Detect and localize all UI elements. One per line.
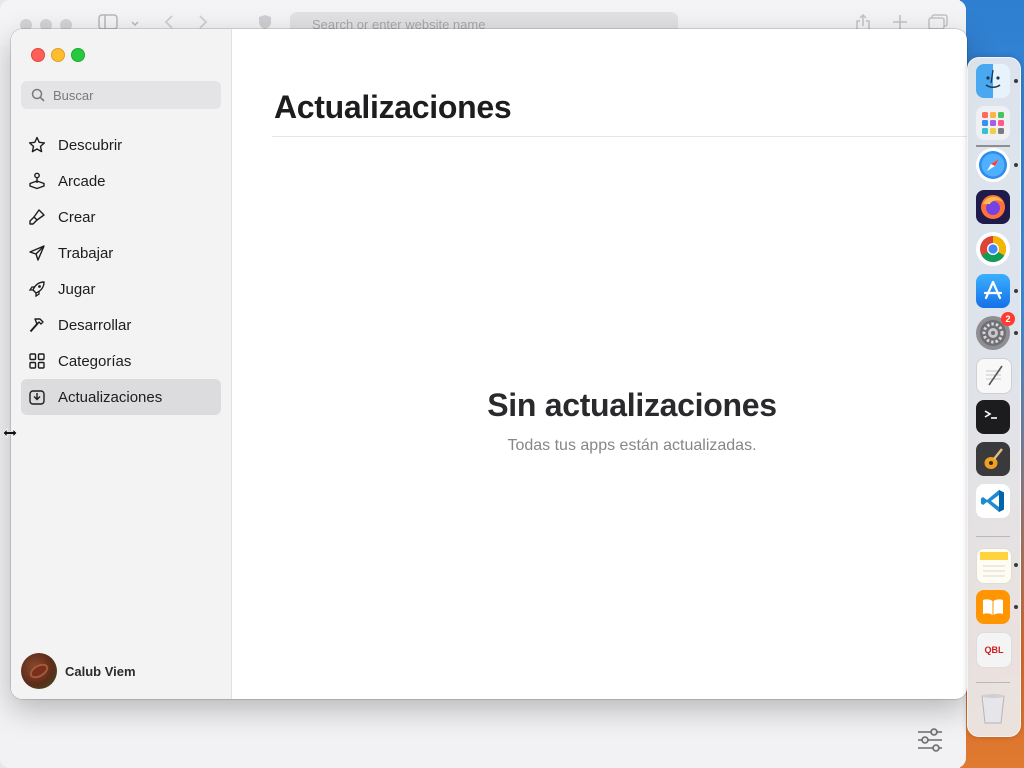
main-content: Actualizaciones Sin actualizaciones Toda… bbox=[232, 29, 967, 699]
sidebar-item-jugar[interactable]: Jugar bbox=[21, 271, 221, 307]
finder-icon[interactable] bbox=[976, 64, 1010, 98]
star-icon bbox=[26, 134, 48, 156]
app-store-icon[interactable] bbox=[976, 274, 1010, 308]
dock-divider bbox=[976, 682, 1010, 683]
sidebar-nav: Descubrir Arcade Crear Trabajar Jugar De… bbox=[21, 127, 221, 415]
download-box-icon bbox=[26, 386, 48, 408]
textedit-icon[interactable] bbox=[976, 358, 1012, 394]
joystick-icon bbox=[26, 170, 48, 192]
search-icon bbox=[31, 88, 45, 107]
sidebar-item-label: Jugar bbox=[58, 280, 96, 298]
paper-plane-icon bbox=[26, 242, 48, 264]
sidebar-item-label: Arcade bbox=[58, 172, 106, 190]
dock-divider bbox=[976, 536, 1010, 537]
notification-badge: 2 bbox=[1001, 312, 1015, 326]
vscode-icon[interactable] bbox=[976, 484, 1010, 518]
rocket-icon bbox=[26, 278, 48, 300]
page-title: Actualizaciones bbox=[274, 89, 512, 125]
firefox-icon[interactable] bbox=[976, 190, 1010, 224]
running-indicator bbox=[1014, 163, 1018, 167]
sidebar-item-categorias[interactable]: Categorías bbox=[21, 343, 221, 379]
launchpad-icon[interactable] bbox=[976, 106, 1010, 140]
books-icon[interactable] bbox=[976, 590, 1010, 624]
sidebar-item-label: Desarrollar bbox=[58, 316, 132, 334]
user-account[interactable]: Calub Viem bbox=[21, 653, 136, 689]
sql-app-label: QBL bbox=[984, 645, 1004, 655]
sidebar: Descubrir Arcade Crear Trabajar bbox=[11, 29, 232, 699]
safari-icon[interactable] bbox=[976, 148, 1010, 182]
minimize-button[interactable] bbox=[51, 48, 65, 62]
search-field[interactable] bbox=[21, 81, 221, 109]
sidebar-item-desarrollar[interactable]: Desarrollar bbox=[21, 307, 221, 343]
avatar[interactable] bbox=[21, 653, 57, 689]
search-input[interactable] bbox=[53, 81, 213, 109]
running-indicator bbox=[1014, 605, 1018, 609]
maximize-button[interactable] bbox=[71, 48, 85, 62]
empty-state-title: Sin actualizaciones bbox=[487, 387, 777, 423]
sidebar-item-label: Categorías bbox=[58, 352, 132, 370]
running-indicator bbox=[1014, 563, 1018, 567]
filter-settings-icon[interactable] bbox=[916, 728, 944, 752]
running-indicator bbox=[1014, 79, 1018, 83]
dock-divider bbox=[976, 145, 1010, 147]
sidebar-item-label: Descubrir bbox=[58, 136, 123, 154]
sidebar-item-label: Trabajar bbox=[58, 244, 114, 262]
sidebar-item-label: Crear bbox=[58, 208, 96, 226]
sidebar-item-crear[interactable]: Crear bbox=[21, 199, 221, 235]
empty-state-subtitle: Todas tus apps están actualizadas. bbox=[507, 437, 757, 454]
terminal-icon[interactable] bbox=[976, 400, 1010, 434]
user-name: Calub Viem bbox=[65, 663, 136, 679]
garageband-icon[interactable] bbox=[976, 442, 1010, 476]
sidebar-item-arcade[interactable]: Arcade bbox=[21, 163, 221, 199]
chrome-icon[interactable] bbox=[976, 232, 1010, 266]
divider bbox=[272, 136, 967, 137]
trash-icon[interactable] bbox=[976, 692, 1010, 726]
running-indicator bbox=[1014, 289, 1018, 293]
notes-icon[interactable] bbox=[976, 548, 1012, 584]
close-button[interactable] bbox=[31, 48, 45, 62]
sidebar-item-trabajar[interactable]: Trabajar bbox=[21, 235, 221, 271]
brush-icon bbox=[26, 206, 48, 228]
dock: 2 QBL bbox=[967, 57, 1021, 737]
sidebar-item-label: Actualizaciones bbox=[58, 388, 163, 406]
sql-app-icon[interactable]: QBL bbox=[976, 632, 1012, 668]
resize-cursor-icon bbox=[2, 425, 18, 441]
sidebar-item-descubrir[interactable]: Descubrir bbox=[21, 127, 221, 163]
system-settings-icon[interactable]: 2 bbox=[976, 312, 1015, 350]
running-indicator bbox=[1014, 331, 1018, 335]
grid-icon bbox=[26, 350, 48, 372]
hammer-icon bbox=[26, 314, 48, 336]
app-store-window: Descubrir Arcade Crear Trabajar bbox=[11, 29, 967, 699]
sidebar-item-actualizaciones[interactable]: Actualizaciones bbox=[21, 379, 221, 415]
